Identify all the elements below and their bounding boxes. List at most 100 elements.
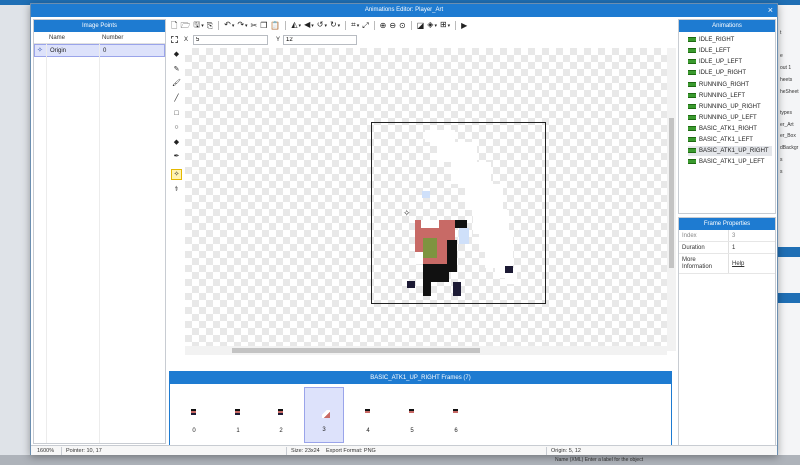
sprite-canvas[interactable]: ✧ [185,48,671,347]
frame-thumbnail[interactable]: 2 [261,387,301,443]
sprite-pixels [465,184,503,210]
close-icon[interactable]: × [768,4,773,17]
sprite-pixels [423,282,431,296]
play-icon[interactable]: ▶ [461,21,467,31]
animation-label: RUNNING_UP_LEFT [699,115,757,121]
background-panel-header [778,293,800,303]
export-format: Export Format: PNG [326,448,376,454]
copy-icon[interactable]: ❐ [260,21,267,31]
animation-item[interactable]: IDLE_UP_RIGHT [688,68,749,78]
frame-thumbnail-image [235,409,240,415]
animation-item[interactable]: IDLE_LEFT [688,46,733,56]
background-text: er_Box [780,133,796,139]
toolbar-separator [455,21,457,30]
rectangle-icon[interactable]: □ [171,108,182,119]
cut-icon[interactable]: ✂ [251,21,258,31]
animation-icon [688,92,696,98]
eyedropper-icon[interactable]: ✒ [171,151,182,162]
sprite-pixels [437,142,477,162]
toolbar-separator [218,21,220,30]
animation-item[interactable]: RUNNING_UP_RIGHT [688,102,764,112]
frame-thumbnail[interactable]: 5 [392,387,432,443]
flip-horizontal-icon[interactable]: ◭ [291,20,301,31]
sprite-pixels [415,252,423,264]
duration-value[interactable]: 1 [732,245,735,252]
animation-label: RUNNING_LEFT [699,93,746,99]
frame-number: 2 [279,428,283,434]
grid-icon[interactable]: ⊞ [440,20,450,31]
open-folder-icon[interactable]: 🗁 [180,21,190,31]
crosshair-icon: ✧ [37,47,43,54]
color-adjust-icon[interactable]: ◪ [417,21,425,31]
save-icon[interactable]: 🖫 [193,20,203,31]
animation-item[interactable]: IDLE_UP_LEFT [688,57,745,67]
zoom-in-icon[interactable]: ⊕ [380,21,387,31]
image-size: Size: 23x24 [291,448,320,454]
fill-bucket-icon[interactable]: ◆ [171,137,182,148]
animation-item[interactable]: RUNNING_UP_LEFT [688,113,760,123]
frame-thumbnail[interactable]: 6 [436,387,476,443]
scrollbar-thumb[interactable] [232,348,480,353]
crop-icon[interactable]: ⌗ [351,20,359,31]
animation-item-selected[interactable]: BASIC_ATK1_UP_RIGHT [688,146,772,156]
property-row-duration[interactable]: Duration 1 [679,242,775,254]
y-input[interactable] [283,35,357,45]
background-text: s [780,169,783,175]
animation-label: BASIC_ATK1_LEFT [699,137,753,143]
background-text: out 1 [780,65,792,71]
animation-icon [688,47,696,53]
eraser-icon[interactable]: ◆ [171,49,182,60]
paste-icon[interactable]: 📋 [270,21,280,31]
pencil-icon[interactable]: ✎ [171,64,182,75]
redo-icon[interactable]: ↷ [237,20,247,31]
frame-thumbnail[interactable]: 4 [348,387,388,443]
line-icon[interactable]: ╱ [171,93,182,104]
status-bar: 1600% Pointer: 10, 17 Size: 23x24 Export… [31,445,777,455]
horizontal-scrollbar[interactable] [185,346,667,355]
frame-thumbnail-image [278,409,283,415]
frame-thumbnail[interactable]: 3 [304,387,344,443]
animation-icon [688,114,696,120]
animation-label: RUNNING_UP_RIGHT [699,104,761,110]
background-statusbar: Name (XML) Enter a label for the object [0,455,800,465]
animation-item[interactable]: BASIC_ATK1_RIGHT [688,124,760,134]
vertical-scrollbar[interactable] [667,48,676,351]
frame-number: 5 [410,428,414,434]
flip-vertical-icon[interactable]: ◀ [304,20,314,31]
frame-number: 0 [192,428,196,434]
sprite-pixels [505,278,517,284]
background-right-panel: t e out 1 heets heSheet types er_Art er_… [778,5,800,465]
animation-item[interactable]: IDLE_RIGHT [688,35,737,45]
animation-icon [688,147,696,153]
scrollbar-thumb[interactable] [669,118,674,268]
image-points-header: Image Points [34,20,165,32]
toolbar-separator [345,21,347,30]
zoom-fit-icon[interactable]: ⊙ [399,21,406,31]
zoom-out-icon[interactable]: ⊖ [389,21,396,31]
animation-item[interactable]: BASIC_ATK1_LEFT [688,135,756,145]
ellipse-icon[interactable]: ○ [171,122,182,133]
brush-icon[interactable]: 🖌 [171,78,182,89]
layers-icon[interactable]: ◈ [427,20,437,31]
animation-item[interactable]: BASIC_ATK1_UP_LEFT [688,157,768,167]
new-file-icon[interactable]: 🗋 [171,21,177,31]
frame-properties-panel: Frame Properties Index 3 Duration 1 More… [678,217,776,447]
help-link[interactable]: Help [732,261,744,268]
rotate-left-icon[interactable]: ↺ [317,20,327,31]
rotate-right-icon[interactable]: ↻ [330,20,340,31]
undo-icon[interactable]: ↶ [224,20,234,31]
animation-item[interactable]: RUNNING_LEFT [688,91,748,101]
animation-item[interactable]: RUNNING_RIGHT [688,80,752,90]
bone-tool-icon[interactable]: ⚕ [171,184,182,195]
sprite-pixels [453,282,461,296]
x-input[interactable] [193,35,268,45]
save-as-icon[interactable]: ⎘ [207,21,213,31]
resize-icon[interactable]: ⤢ [362,21,368,31]
image-point-tool-icon[interactable]: ✧ [171,169,182,180]
frame-thumbnail[interactable]: 1 [218,387,258,443]
frame-thumbnail-image [322,410,330,418]
origin-point-marker-icon[interactable]: ✧ [403,208,411,219]
frames-header: BASIC_ATK1_UP_RIGHT Frames (7) [170,372,671,384]
zoom-level: 1600% [37,448,55,454]
frame-thumbnail[interactable]: 0 [174,387,214,443]
